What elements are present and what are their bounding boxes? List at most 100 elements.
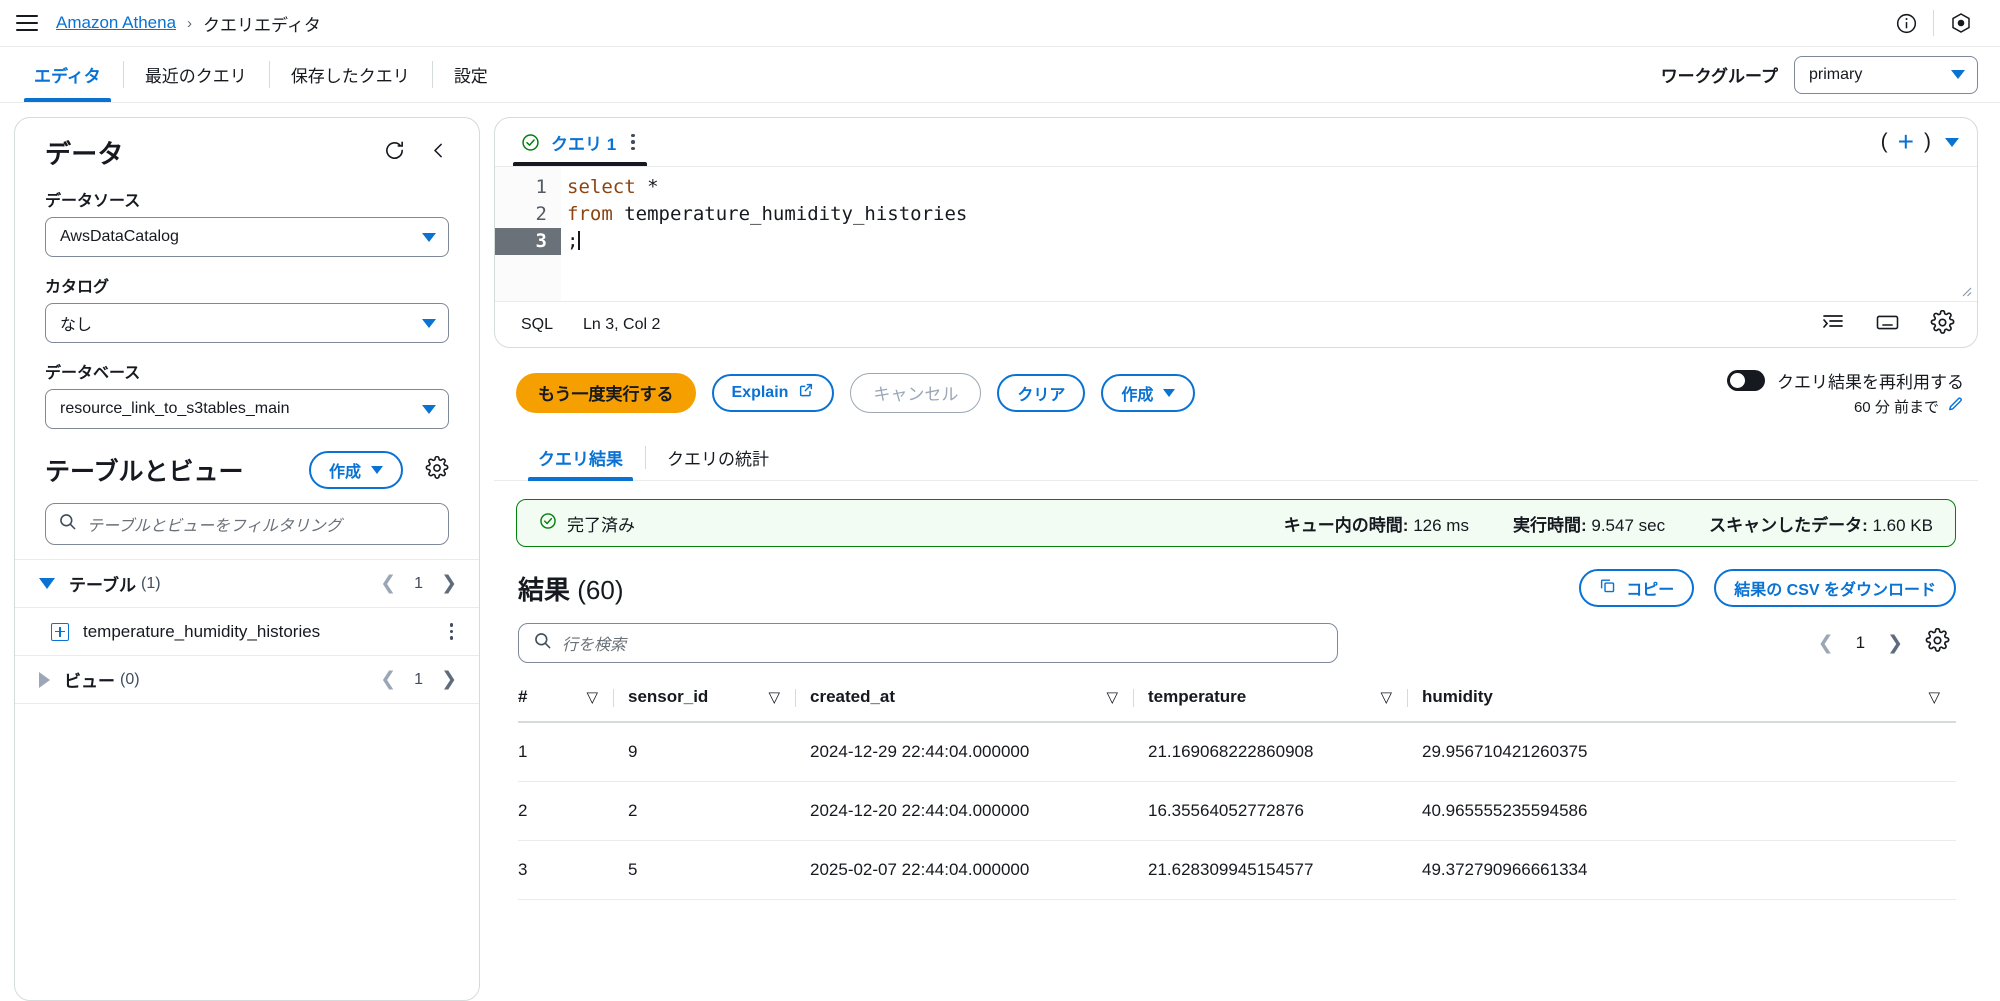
table-row[interactable]: 2 2 2024-12-20 22:44:04.000000 16.355640… xyxy=(518,781,1956,841)
sql-text: temperature_humidity_histories xyxy=(612,203,968,225)
explain-button[interactable]: Explain xyxy=(711,373,835,412)
tab-saved-queries[interactable]: 保存したクエリ xyxy=(268,47,432,102)
list-item[interactable]: temperature_humidity_histories xyxy=(15,608,479,656)
tables-page-number[interactable]: 1 xyxy=(414,575,423,593)
copy-icon xyxy=(1599,577,1616,599)
sort-icon[interactable]: ▽ xyxy=(768,688,796,706)
chevron-down-icon xyxy=(422,318,436,328)
catalog-select[interactable]: なし xyxy=(45,303,449,343)
column-header-sensor-id-label: sensor_id xyxy=(628,687,709,706)
results-page-number[interactable]: 1 xyxy=(1856,633,1865,653)
copy-button[interactable]: コピー xyxy=(1579,569,1695,607)
tab-settings[interactable]: 設定 xyxy=(431,47,510,102)
workgroup-label: ワークグループ xyxy=(1660,67,1778,86)
tab-editor[interactable]: エディタ xyxy=(12,47,123,102)
download-csv-label: 結果の CSV をダウンロード xyxy=(1734,582,1936,599)
cell-humidity: 29.956710421260375 xyxy=(1408,722,1956,782)
column-header-humidity[interactable]: humidity ▽ xyxy=(1408,677,1956,723)
pencil-icon[interactable] xyxy=(1947,396,1964,417)
create-button[interactable]: 作成 xyxy=(1101,373,1196,412)
column-header-sensor-id[interactable]: sensor_id ▽ xyxy=(614,677,796,723)
views-prev-page-icon[interactable]: ❮ xyxy=(380,670,396,689)
search-input[interactable]: 行を検索 xyxy=(518,623,1338,663)
add-query-tab-icon[interactable]: + xyxy=(1892,128,1920,156)
cell-sensor-id: 5 xyxy=(614,840,796,900)
cell-temperature: 21.628309945154577 xyxy=(1134,840,1408,900)
column-header-temperature[interactable]: temperature ▽ xyxy=(1134,677,1408,723)
workgroup-select[interactable]: primary xyxy=(1794,55,1978,94)
resize-grip-icon[interactable] xyxy=(1959,284,1972,297)
results-gear-icon[interactable] xyxy=(1925,627,1950,658)
tables-filter-input[interactable]: テーブルとビューをフィルタリング xyxy=(45,503,449,545)
tables-next-page-icon[interactable]: ❯ xyxy=(441,574,457,593)
column-header-created-at[interactable]: created_at ▽ xyxy=(796,677,1134,723)
sort-icon[interactable]: ▽ xyxy=(1106,688,1134,706)
sql-code-area[interactable]: 1 2 3 select * from temperature_humidity… xyxy=(495,166,1977,301)
editor-gear-icon[interactable] xyxy=(1930,309,1955,340)
tables-pager: ❮ 1 ❯ xyxy=(380,574,457,593)
tables-prev-page-icon[interactable]: ❮ xyxy=(380,574,396,593)
metric-data-scanned-label: スキャンしたデータ: xyxy=(1709,515,1868,535)
query-tab-kebab-menu-icon[interactable] xyxy=(627,130,639,155)
status-complete: 完了済み xyxy=(539,511,635,536)
keyboard-icon[interactable] xyxy=(1875,310,1900,340)
info-icon[interactable] xyxy=(1889,6,1923,40)
table-row[interactable]: 3 5 2025-02-07 22:44:04.000000 21.628309… xyxy=(518,840,1956,900)
tab-query-stats[interactable]: クエリの統計 xyxy=(645,435,791,480)
tables-group-row[interactable]: テーブル (1) ❮ 1 ❯ xyxy=(15,560,479,608)
query-status-banner: 完了済み キュー内の時間: 126 ms 実行時間: 9.547 sec スキャ… xyxy=(516,499,1956,547)
reuse-results-toggle[interactable] xyxy=(1727,370,1765,391)
tab-query-results[interactable]: クエリ結果 xyxy=(516,435,645,481)
main-tab-strip: エディタ 最近のクエリ 保存したクエリ 設定 ワークグループ primary xyxy=(0,47,2000,103)
cell-sensor-id: 2 xyxy=(614,781,796,841)
results-header: 結果 (60) コピー 結果の CSV をダウンロード xyxy=(494,547,1978,607)
sort-icon[interactable]: ▽ xyxy=(586,688,614,706)
table-kebab-menu-icon[interactable] xyxy=(446,619,458,644)
collapse-sidebar-icon[interactable] xyxy=(428,140,449,166)
views-group-count: (0) xyxy=(120,670,140,688)
line-number-active: 3 xyxy=(495,228,561,255)
cell-temperature: 16.35564052772876 xyxy=(1134,781,1408,841)
cell-index: 1 xyxy=(518,722,614,782)
views-next-page-icon[interactable]: ❯ xyxy=(441,670,457,689)
table-row[interactable]: 1 9 2024-12-29 22:44:04.000000 21.169068… xyxy=(518,722,1956,782)
query-tab-1[interactable]: クエリ 1 xyxy=(513,118,647,166)
results-next-page-icon[interactable]: ❯ xyxy=(1887,634,1903,653)
results-title-text: 結果 xyxy=(518,574,571,605)
download-csv-button[interactable]: 結果の CSV をダウンロード xyxy=(1714,569,1956,607)
results-prev-page-icon[interactable]: ❮ xyxy=(1818,634,1834,653)
code-content[interactable]: select * from temperature_humidity_histo… xyxy=(561,167,1977,301)
sort-icon[interactable]: ▽ xyxy=(1380,688,1408,706)
database-select[interactable]: resource_link_to_s3tables_main xyxy=(45,389,449,429)
tables-group-label: テーブル xyxy=(69,576,136,595)
sql-keyword: from xyxy=(567,203,613,225)
tab-query-stats-label: クエリの統計 xyxy=(667,450,769,469)
breadcrumb-separator-icon: › xyxy=(187,14,193,32)
tab-recent-queries[interactable]: 最近のクエリ xyxy=(122,47,269,102)
clear-button[interactable]: クリア xyxy=(997,373,1086,412)
create-label: 作成 xyxy=(1121,386,1154,404)
run-again-button[interactable]: もう一度実行する xyxy=(516,372,696,413)
database-label: データベース xyxy=(45,365,141,382)
format-icon[interactable] xyxy=(1821,310,1845,339)
datasource-select[interactable]: AwsDataCatalog xyxy=(45,217,449,257)
sidebar-gear-icon[interactable] xyxy=(425,455,449,485)
tab-query-results-label: クエリ結果 xyxy=(538,450,623,469)
sort-icon[interactable]: ▽ xyxy=(1928,688,1956,706)
column-header-index[interactable]: # ▽ xyxy=(518,677,614,723)
create-table-button[interactable]: 作成 xyxy=(308,451,403,489)
chevron-down-icon xyxy=(371,466,383,474)
views-group-row[interactable]: ビュー (0) ❮ 1 ❯ xyxy=(15,656,479,704)
tables-views-actions: 作成 xyxy=(308,451,449,489)
results-tab-bar: クエリ結果 クエリの統計 xyxy=(494,435,1978,481)
expand-table-icon[interactable] xyxy=(51,622,69,641)
hamburger-menu-icon[interactable] xyxy=(16,15,38,31)
views-page-number[interactable]: 1 xyxy=(414,671,423,689)
text-cursor xyxy=(578,231,580,250)
metric-queue-time-value: 126 ms xyxy=(1413,515,1469,535)
query-tab-list-chevron-down-icon[interactable] xyxy=(1945,137,1959,147)
refresh-icon[interactable] xyxy=(383,139,406,167)
aws-console-icon[interactable] xyxy=(1944,6,1978,40)
results-table-head: # ▽ sensor_id ▽ created_at ▽ temperature… xyxy=(518,677,1956,723)
breadcrumb-amazon-athena[interactable]: Amazon Athena xyxy=(56,13,176,33)
